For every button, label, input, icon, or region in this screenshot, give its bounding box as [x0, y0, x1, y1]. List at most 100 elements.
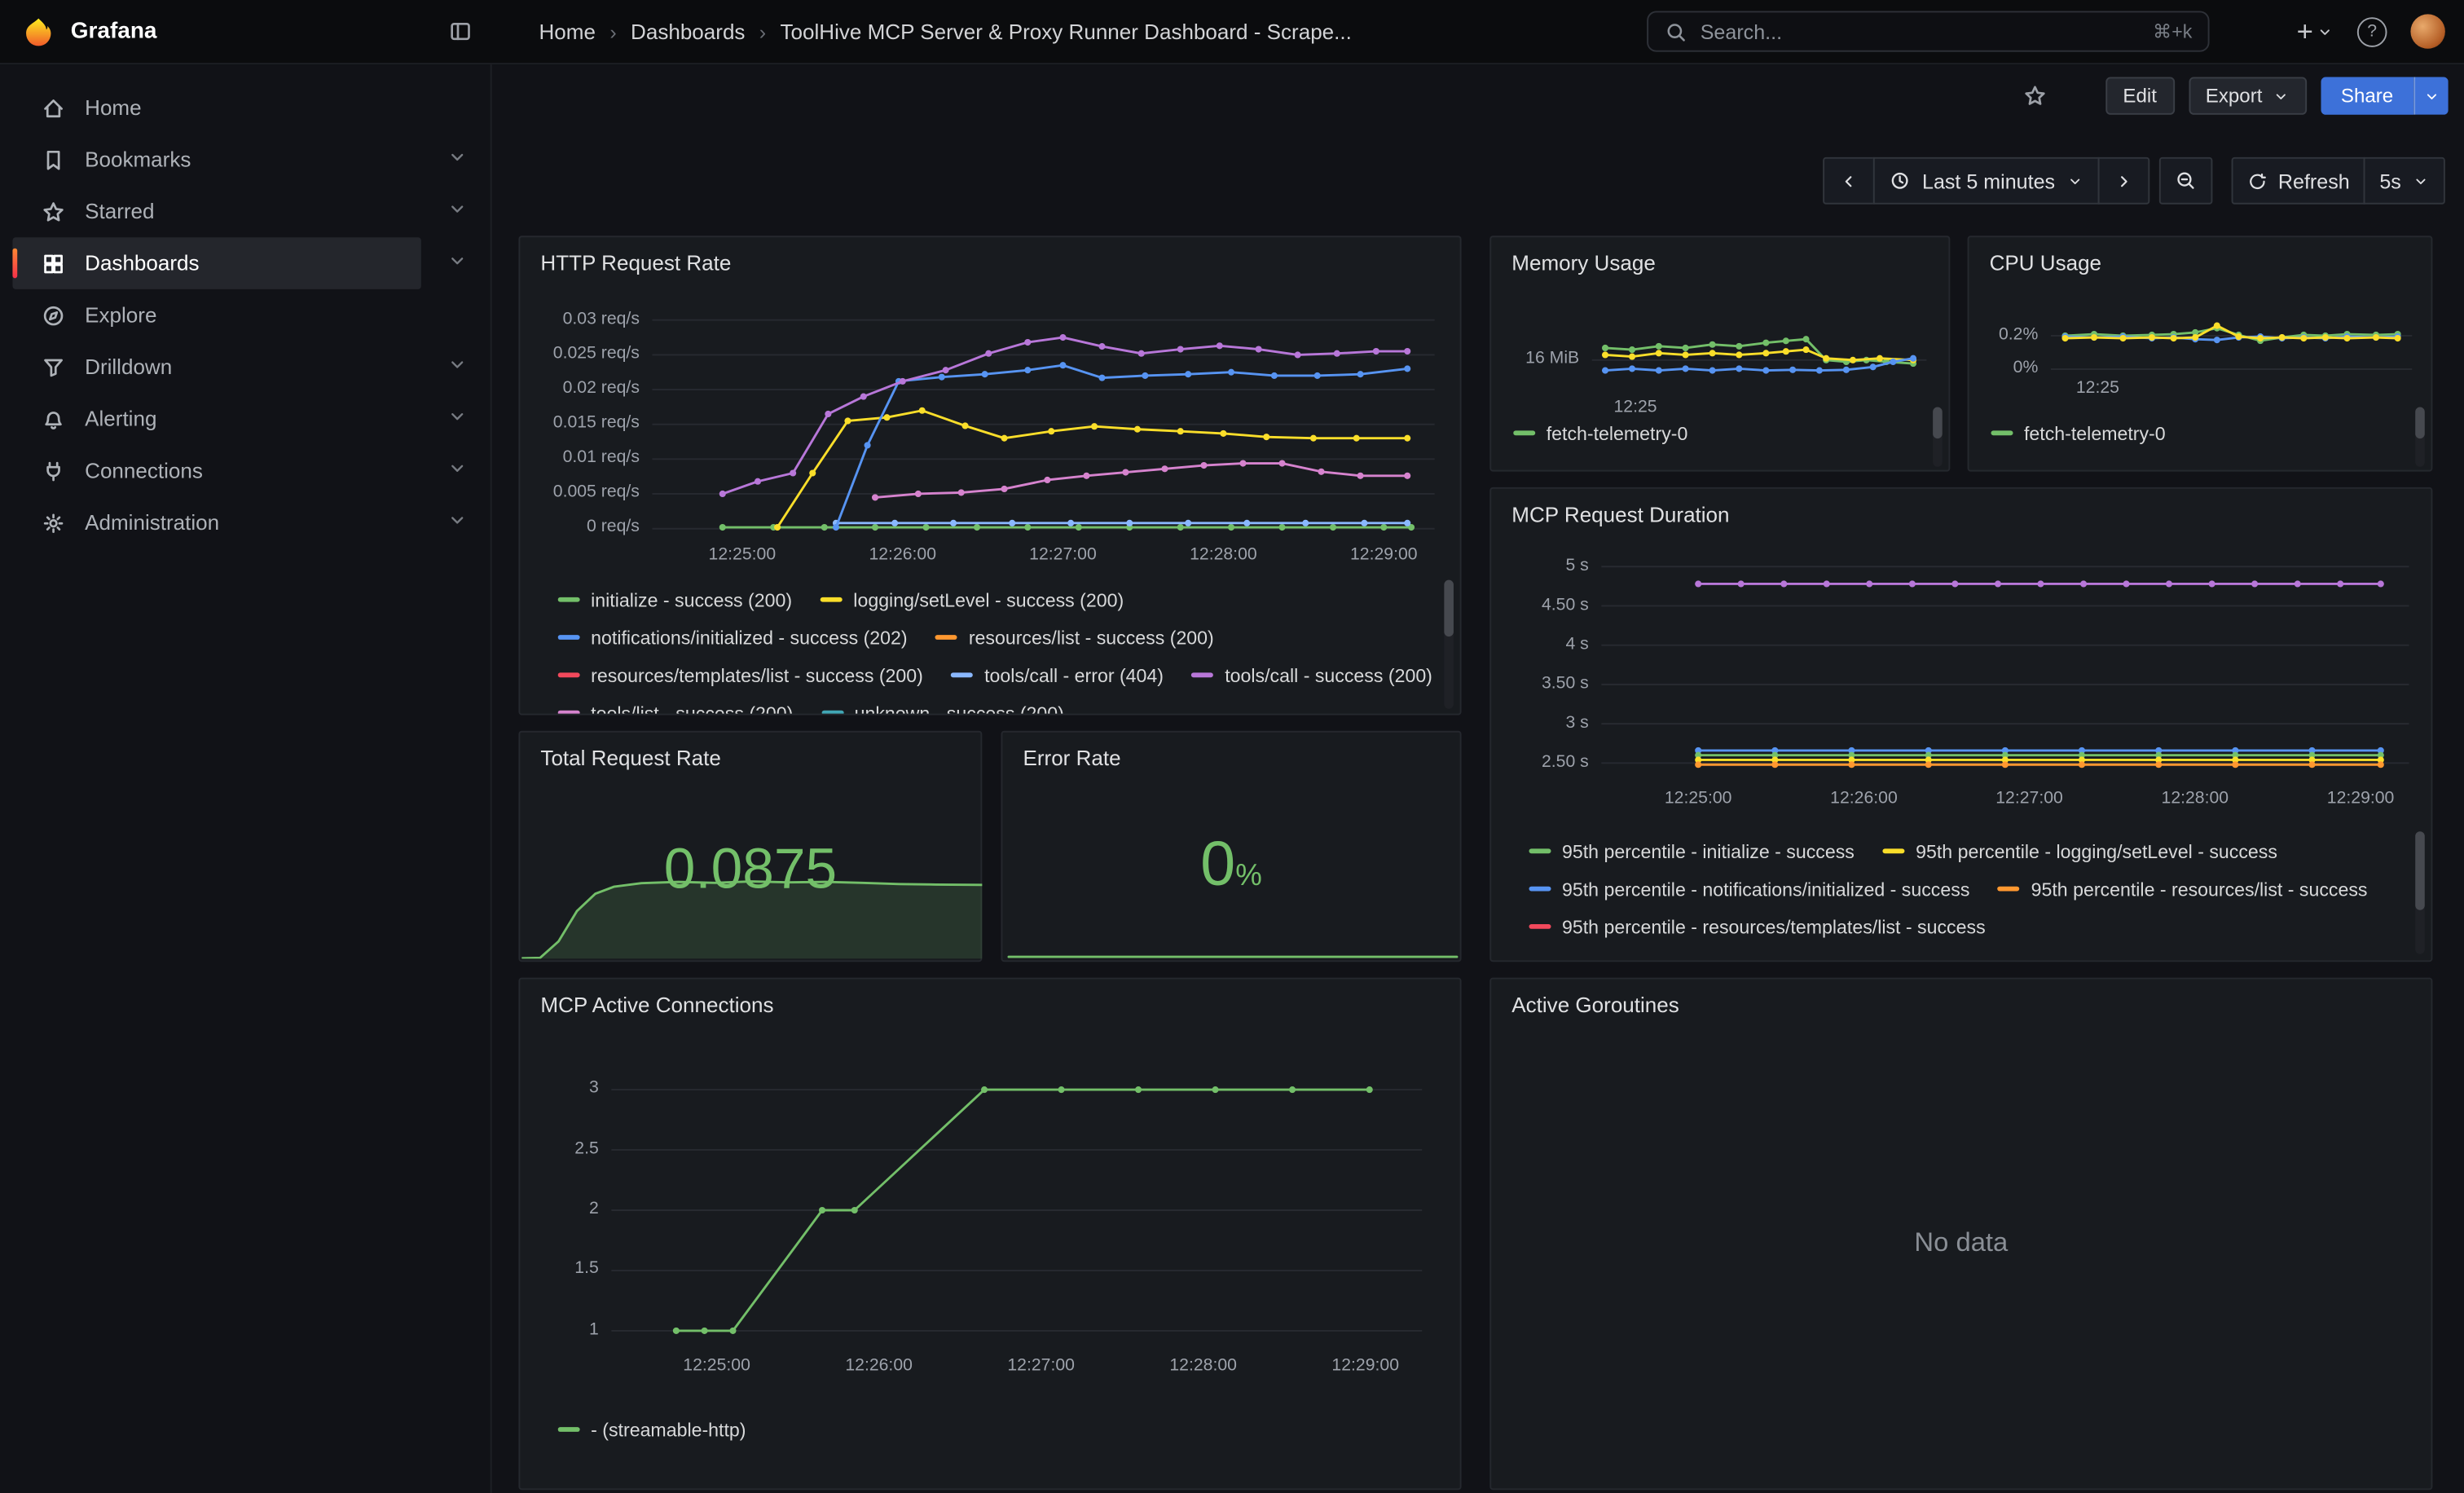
http-legend: initialize - success (200) logging/setLev…	[558, 586, 1438, 713]
error-rate-unit: %	[1235, 860, 1262, 893]
edit-button[interactable]: Edit	[2105, 77, 2174, 114]
legend-item[interactable]: resources/list - success (200)	[935, 624, 1213, 651]
legend-item[interactable]: logging/setLevel - success (200)	[821, 586, 1124, 613]
gear-icon	[41, 510, 66, 535]
legend-scrollbar[interactable]	[1444, 580, 1454, 709]
legend-item[interactable]: fetch-telemetry-0	[1991, 420, 2165, 447]
plot-area[interactable]	[1592, 325, 1927, 391]
legend-item[interactable]: 95th percentile - notifications/initiali…	[1529, 875, 1969, 902]
legend-scrollbar[interactable]	[2415, 831, 2425, 953]
mcp-request-duration-chart[interactable]: 5 s4.50 s4 s3.50 s3 s2.50 s12:25:0012:26…	[1504, 555, 2409, 822]
sidebar-item-starred[interactable]: Starred	[12, 186, 420, 238]
plot-area[interactable]	[652, 310, 1434, 540]
panel-title[interactable]: MCP Request Duration	[1491, 489, 2431, 526]
x-axis-label: 12:26:00	[1830, 789, 1898, 808]
legend-scrollbar[interactable]	[2415, 407, 2425, 466]
sidebar-item-administration[interactable]: Administration	[12, 496, 420, 548]
sidebar-toggle-icon[interactable]	[448, 19, 473, 44]
sidebar-item-home[interactable]: Home	[12, 81, 420, 134]
x-axis-label: 12:25:00	[683, 1356, 750, 1375]
legend-item[interactable]: 95th percentile - initialize - success	[1529, 838, 1854, 865]
http-request-rate-chart[interactable]: 0.03 req/s0.025 req/s0.02 req/s0.015 req…	[533, 310, 1435, 577]
sidebar-item-connections[interactable]: Connections	[12, 445, 420, 497]
zoom-out-button[interactable]	[2158, 157, 2212, 205]
error-rate-value: 0%	[1002, 830, 1459, 901]
share-button[interactable]: Share	[2321, 77, 2413, 114]
connections-legend: - (streamable-http)	[558, 1416, 1438, 1482]
time-range-picker[interactable]: Last 5 minutes	[1873, 157, 2099, 205]
chevron-down-icon[interactable]	[447, 406, 469, 428]
y-axis-label: 1	[589, 1319, 599, 1338]
sidebar-item-alerting[interactable]: Alerting	[12, 393, 420, 445]
sidebar-item-bookmarks[interactable]: Bookmarks	[12, 134, 420, 186]
x-axis-label: 12:28:00	[2162, 789, 2229, 808]
plot-area[interactable]	[611, 1070, 1422, 1350]
y-axis-label: 0.015 req/s	[553, 413, 640, 432]
error-rate-sparkline[interactable]	[1004, 896, 1458, 958]
y-axis-label: 5 s	[1565, 556, 1588, 575]
panel-title[interactable]: Memory Usage	[1491, 237, 1948, 275]
y-axis-label: 4 s	[1565, 634, 1588, 653]
y-axis-label: 0.2%	[1999, 324, 2038, 343]
mcp-active-connections-chart[interactable]: 32.521.5112:25:0012:26:0012:27:0012:28:0…	[536, 1070, 1423, 1388]
chevron-down-icon[interactable]	[447, 509, 469, 531]
chevron-down-icon[interactable]	[447, 146, 469, 168]
sidebar-item-drilldown[interactable]: Drilldown	[12, 341, 420, 393]
legend-item[interactable]: tools/list - success (200)	[558, 699, 794, 713]
export-button[interactable]: Export	[2189, 77, 2307, 114]
home-icon	[41, 95, 66, 121]
legend-item[interactable]: tools/call - error (404)	[952, 662, 1164, 689]
share-menu-caret[interactable]	[2413, 77, 2448, 114]
memory-usage-chart[interactable]: 16 MiB12:25	[1501, 325, 1927, 423]
legend-item[interactable]: resources/templates/list - success (200)	[558, 662, 923, 689]
breadcrumb-dashboards[interactable]: Dashboards	[631, 20, 745, 43]
plot-area[interactable]	[1601, 555, 2409, 783]
plot-area[interactable]	[2051, 319, 2413, 372]
chevron-down-icon	[2066, 172, 2083, 189]
legend-item[interactable]: 95th percentile - logging/setLevel - suc…	[1883, 838, 2277, 865]
panel-title[interactable]: HTTP Request Rate	[520, 237, 1459, 275]
breadcrumb-current[interactable]: ToolHive MCP Server & Proxy Runner Dashb…	[781, 20, 1352, 43]
refresh-button[interactable]: Refresh	[2231, 157, 2365, 205]
chevron-down-icon[interactable]	[447, 457, 469, 479]
sidebar-item-dashboards[interactable]: Dashboards	[12, 237, 420, 289]
grafana-logo-icon[interactable]	[22, 15, 55, 47]
chevron-down-icon[interactable]	[447, 198, 469, 220]
chevron-down-icon[interactable]	[447, 354, 469, 376]
user-avatar[interactable]	[2410, 14, 2444, 48]
time-back-button[interactable]	[1824, 157, 1876, 205]
legend-item[interactable]: initialize - success (200)	[558, 586, 792, 613]
legend-scrollbar[interactable]	[1933, 407, 1943, 466]
refresh-interval-picker[interactable]: 5s	[2364, 157, 2445, 205]
add-button[interactable]: +	[2297, 17, 2334, 46]
y-axis-label: 0.03 req/s	[563, 309, 640, 328]
panel-title[interactable]: Active Goroutines	[1491, 979, 2431, 1016]
y-axis-label: 3	[589, 1079, 599, 1098]
x-axis-label: 12:25	[2076, 379, 2119, 398]
favorite-star-icon[interactable]	[2022, 83, 2048, 108]
cpu-usage-chart[interactable]: 0.2% 0% 12:25	[1982, 319, 2412, 416]
panel-title[interactable]: CPU Usage	[1969, 237, 2431, 275]
y-axis-label: 0%	[2013, 359, 2039, 377]
time-forward-button[interactable]	[2097, 157, 2149, 205]
legend-item[interactable]: notifications/initialized - success (202…	[558, 624, 908, 651]
legend-item[interactable]: unknown - success (200)	[821, 699, 1064, 713]
brand-area: Grafana	[0, 15, 492, 47]
help-icon[interactable]: ?	[2357, 16, 2387, 46]
breadcrumb-home[interactable]: Home	[539, 20, 595, 43]
chevron-down-icon[interactable]	[447, 250, 469, 272]
breadcrumb-separator: ›	[609, 20, 616, 43]
plot-area[interactable]	[1004, 896, 1461, 958]
legend-item[interactable]: - (streamable-http)	[558, 1416, 746, 1443]
legend-item[interactable]: tools/call - success (200)	[1192, 662, 1432, 689]
legend-item[interactable]: 95th percentile - resources/list - succe…	[1998, 875, 2367, 902]
panel-title[interactable]: Error Rate	[1002, 733, 1459, 770]
panel-title[interactable]: Total Request Rate	[520, 733, 980, 770]
y-axis-label: 3.50 s	[1542, 673, 1589, 692]
legend-item[interactable]: 95th percentile - resources/templates/li…	[1529, 913, 1985, 940]
search-input[interactable]: Search... ⌘+k	[1647, 11, 2209, 51]
legend-item[interactable]: fetch-telemetry-0	[1513, 420, 1687, 447]
panel-title[interactable]: MCP Active Connections	[520, 979, 1459, 1016]
x-axis-label: 12:28:00	[1190, 545, 1257, 564]
sidebar-item-explore[interactable]: Explore	[12, 289, 420, 341]
